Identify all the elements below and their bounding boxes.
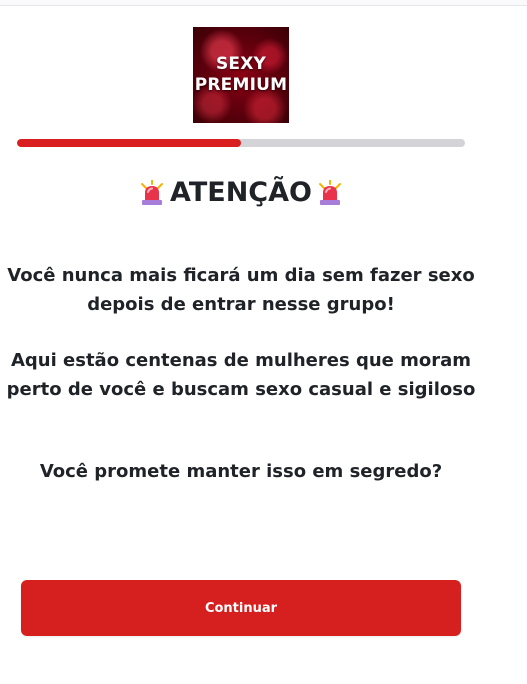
- body-paragraph-1: Você nunca mais ficará um dia sem fazer …: [7, 265, 475, 315]
- logo-line-2: PREMIUM: [194, 75, 288, 95]
- progress-bar-fill: [17, 139, 241, 147]
- continue-button[interactable]: Continuar: [21, 580, 461, 636]
- rotating-light-icon: [140, 180, 164, 206]
- body-paragraph-3: Você promete manter isso em segredo?: [39, 461, 443, 482]
- heading-text: ATENÇÃO: [170, 177, 312, 208]
- rotating-light-icon: [318, 180, 342, 206]
- progress-bar: [17, 139, 465, 147]
- body-paragraph-2: Aqui estão centenas de mulheres que mora…: [6, 350, 476, 400]
- brand-logo: SEXY PREMIUM: [193, 27, 289, 123]
- attention-heading: ATENÇÃO: [0, 174, 482, 212]
- top-border: [0, 0, 527, 6]
- logo-line-1: SEXY: [215, 54, 267, 74]
